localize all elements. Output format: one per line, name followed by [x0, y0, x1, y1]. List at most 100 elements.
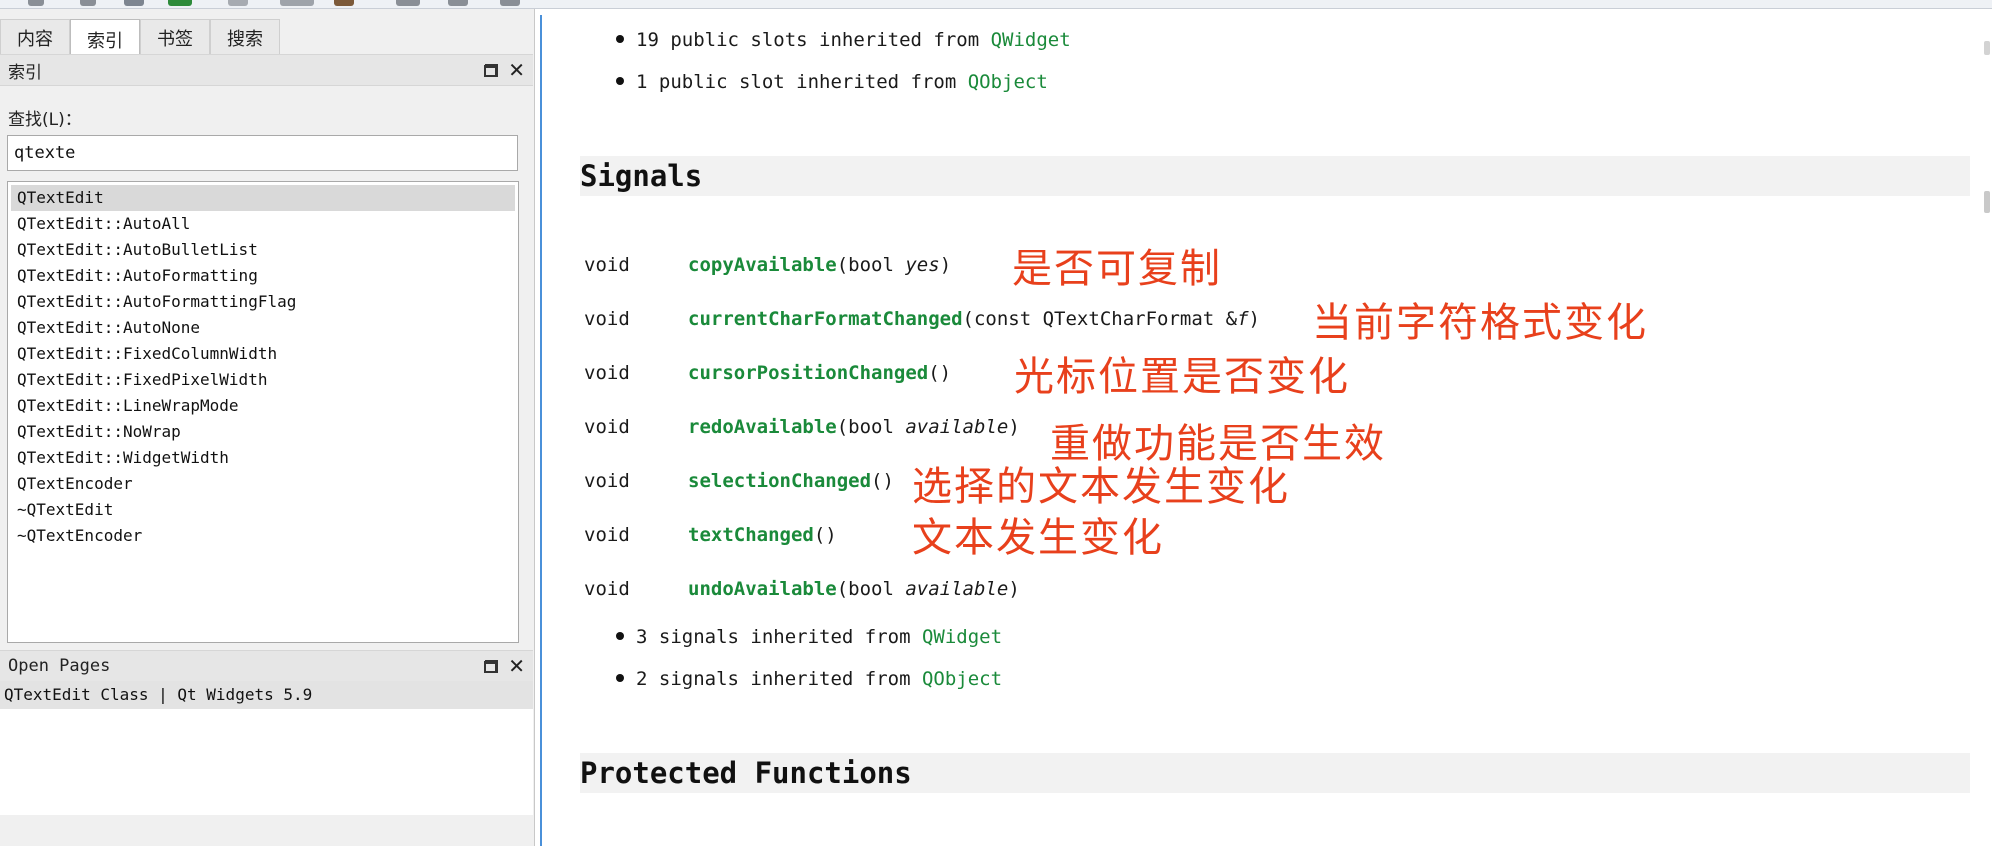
left-dock: 内容 索引 书签 搜索 索引 ✕ 查找(L)： QTextEditQTextEd… — [0, 9, 535, 846]
annotation: 光标位置是否变化 — [1014, 354, 1350, 400]
bullet-icon — [616, 34, 624, 43]
index-list-item[interactable]: QTextEdit::AutoNone — [11, 315, 515, 341]
list-text: 3 signals inherited from — [636, 626, 922, 648]
scrollbar-thumb[interactable] — [1984, 191, 1990, 213]
signal-row: void copyAvailable(bool yes) — [584, 254, 951, 276]
zoom-reset-icon[interactable] — [448, 0, 468, 6]
signal-row: void currentCharFormatChanged(const QText… — [584, 308, 1260, 330]
signal-link[interactable]: redoAvailable — [688, 416, 837, 438]
toolbar — [0, 0, 1992, 9]
signal-row: void cursorPositionChanged() — [584, 362, 951, 384]
signal-params: (bool — [836, 254, 906, 276]
forward-icon[interactable] — [80, 0, 96, 6]
return-type: void — [584, 470, 630, 492]
signal-link[interactable]: undoAvailable — [688, 578, 837, 600]
scrollbar-arrow[interactable] — [1984, 41, 1990, 55]
tab-bar: 内容 索引 书签 搜索 — [0, 19, 280, 59]
document-view[interactable]: 19 public slots inherited from QWidget 1… — [540, 15, 1992, 846]
tab-label: 书签 — [157, 29, 193, 50]
signal-row: void selectionChanged() — [584, 470, 894, 492]
vertical-scrollbar[interactable] — [1978, 15, 1992, 846]
index-list-item[interactable]: QTextEdit::AutoBulletList — [11, 237, 515, 263]
bookmark-icon[interactable] — [228, 0, 248, 6]
tab-contents[interactable]: 内容 — [0, 19, 70, 56]
index-list-item[interactable]: QTextEdit::AutoAll — [11, 211, 515, 237]
param-name: f — [1237, 308, 1249, 330]
index-list-item[interactable]: ~QTextEdit — [11, 497, 515, 523]
zoom-in-icon[interactable] — [334, 0, 354, 6]
annotation: 文本发生变化 — [912, 515, 1164, 561]
signal-params: (bool — [836, 416, 906, 438]
section-heading-protected-functions: Protected Functions — [580, 753, 1970, 793]
link-qwidget[interactable]: QWidget — [922, 626, 1002, 648]
find-label: 查找(L)： — [8, 110, 82, 130]
index-list-item[interactable]: QTextEdit::AutoFormattingFlag — [11, 289, 515, 315]
signal-params: ) — [1248, 308, 1260, 330]
tab-index[interactable]: 索引 — [70, 19, 140, 59]
signal-params: ) — [939, 254, 952, 276]
link-qwidget[interactable]: QWidget — [991, 29, 1071, 51]
index-list-item[interactable]: QTextEdit::FixedPixelWidth — [11, 367, 515, 393]
tab-label: 索引 — [87, 30, 123, 52]
home-icon[interactable] — [124, 0, 144, 6]
bullet-icon — [616, 631, 624, 640]
signal-params: (const QTextCharFormat & — [962, 308, 1238, 330]
return-type: void — [584, 254, 630, 276]
open-pages-dock-title: Open Pages ✕ — [0, 650, 533, 682]
signal-params: () — [928, 362, 952, 384]
index-list-item[interactable]: ~QTextEncoder — [11, 523, 515, 549]
index-list-item[interactable]: QTextEdit::LineWrapMode — [11, 393, 515, 419]
tab-search[interactable]: 搜索 — [210, 19, 280, 56]
print-icon[interactable] — [280, 0, 314, 6]
signal-link[interactable]: selectionChanged — [688, 470, 871, 492]
back-icon[interactable] — [28, 0, 44, 6]
zoom-out-icon[interactable] — [396, 0, 420, 6]
search-icon[interactable] — [500, 0, 520, 6]
annotation: 选择的文本发生变化 — [912, 464, 1290, 510]
signal-link[interactable]: currentCharFormatChanged — [688, 308, 963, 330]
signal-link[interactable]: textChanged — [688, 524, 814, 546]
signal-params: (bool — [836, 578, 906, 600]
index-list-item[interactable]: QTextEdit::WidgetWidth — [11, 445, 515, 471]
float-icon[interactable] — [484, 659, 499, 673]
index-list-item[interactable]: QTextEncoder — [11, 471, 515, 497]
signal-params: ) — [1008, 416, 1020, 438]
dock-title-label: 索引 — [8, 62, 42, 83]
list-text: 19 public slots inherited from — [636, 29, 991, 51]
index-list-item[interactable]: QTextEdit::FixedColumnWidth — [11, 341, 515, 367]
tab-label: 搜索 — [227, 29, 263, 50]
index-list-item[interactable]: QTextEdit — [11, 185, 515, 211]
link-qobject[interactable]: QObject — [968, 71, 1048, 93]
index-list-item[interactable]: QTextEdit::NoWrap — [11, 419, 515, 445]
tab-label: 内容 — [17, 29, 53, 50]
signal-params: () — [871, 470, 894, 492]
list-item: 3 signals inherited from QWidget — [616, 626, 1002, 648]
annotation: 是否可复制 — [1012, 246, 1222, 292]
signal-params: ) — [1008, 578, 1020, 600]
index-list[interactable]: QTextEdit QTextEdit::AutoAll QTextEdit::Au… — [7, 181, 519, 643]
list-item: 2 signals inherited from QObject — [616, 668, 1002, 690]
link-qobject[interactable]: QObject — [922, 668, 1002, 690]
index-search-input[interactable] — [7, 135, 518, 171]
close-icon[interactable]: ✕ — [508, 656, 525, 676]
index-dock-title: 索引 ✕ — [0, 54, 533, 86]
param-name: yes — [905, 254, 940, 276]
signal-link[interactable]: cursorPositionChanged — [688, 362, 928, 384]
list-item: 1 public slot inherited from QObject — [616, 71, 1048, 93]
list-text: 2 signals inherited from — [636, 668, 922, 690]
return-type: void — [584, 308, 630, 330]
param-name: available — [905, 578, 1009, 600]
close-icon[interactable]: ✕ — [508, 60, 525, 80]
float-icon[interactable] — [484, 63, 499, 77]
sync-icon[interactable] — [168, 0, 192, 6]
list-item: 19 public slots inherited from QWidget — [616, 29, 1071, 51]
tab-bookmarks[interactable]: 书签 — [140, 19, 210, 56]
index-list-item[interactable]: QTextEdit::AutoFormatting — [11, 263, 515, 289]
open-page-item[interactable]: QTextEdit Class | Qt Widgets 5.9 — [0, 681, 533, 709]
dock-title-label: Open Pages — [8, 656, 111, 676]
signal-row: void undoAvailable(bool available) — [584, 578, 1020, 600]
signal-link[interactable]: copyAvailable — [688, 254, 837, 276]
section-heading-signals: Signals — [580, 156, 1970, 196]
bullet-icon — [616, 673, 624, 682]
annotation: 当前字符格式变化 — [1312, 300, 1648, 346]
